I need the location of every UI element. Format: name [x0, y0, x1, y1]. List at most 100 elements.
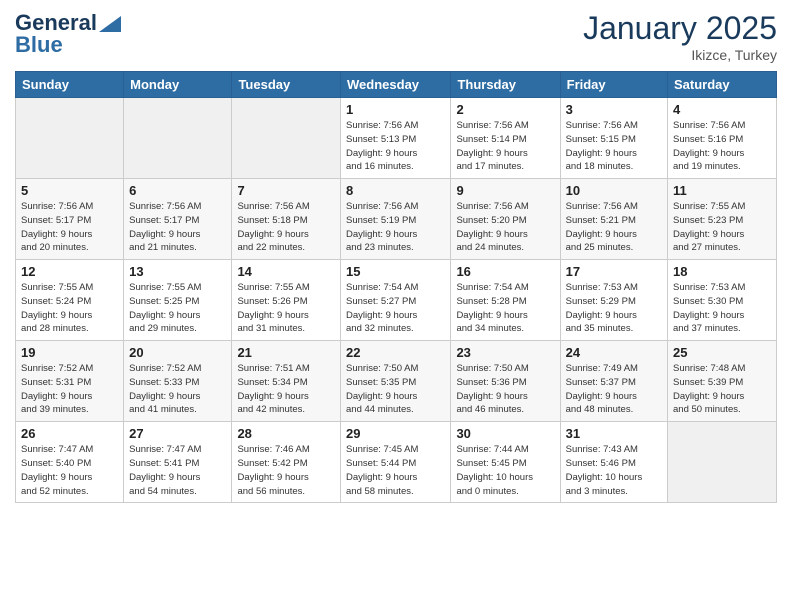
weekday-header-tuesday: Tuesday [232, 72, 341, 98]
title-area: January 2025 Ikizce, Turkey [583, 10, 777, 63]
day-info: Sunrise: 7:55 AMSunset: 5:23 PMDaylight:… [673, 200, 771, 255]
day-info: Sunrise: 7:56 AMSunset: 5:21 PMDaylight:… [566, 200, 662, 255]
day-number: 17 [566, 264, 662, 279]
day-info: Sunrise: 7:52 AMSunset: 5:33 PMDaylight:… [129, 362, 226, 417]
day-number: 10 [566, 183, 662, 198]
day-number: 30 [456, 426, 554, 441]
weekday-header-wednesday: Wednesday [341, 72, 451, 98]
calendar-cell: 19Sunrise: 7:52 AMSunset: 5:31 PMDayligh… [16, 341, 124, 422]
day-info: Sunrise: 7:45 AMSunset: 5:44 PMDaylight:… [346, 443, 445, 498]
day-number: 1 [346, 102, 445, 117]
calendar-cell [668, 422, 777, 503]
header: General Blue January 2025 Ikizce, Turkey [15, 10, 777, 63]
calendar-cell [124, 98, 232, 179]
day-info: Sunrise: 7:53 AMSunset: 5:30 PMDaylight:… [673, 281, 771, 336]
calendar-cell: 28 Sunrise: 7:46 AMSunset: 5:42 PMDayligh… [232, 422, 341, 503]
day-info: Sunrise: 7:50 AMSunset: 5:36 PMDaylight:… [456, 362, 554, 417]
day-number: 11 [673, 183, 771, 198]
day-number: 6 [129, 183, 226, 198]
calendar-week-row: 12 Sunrise: 7:55 AMSunset: 5:24 PMDayligh… [16, 260, 777, 341]
day-number: 13 [129, 264, 226, 279]
calendar-cell: 18 Sunrise: 7:53 AMSunset: 5:30 PMDayligh… [668, 260, 777, 341]
month-title: January 2025 [583, 10, 777, 47]
calendar-cell: 23 Sunrise: 7:50 AMSunset: 5:36 PMDayligh… [451, 341, 560, 422]
calendar-cell: 13Sunrise: 7:55 AMSunset: 5:25 PMDayligh… [124, 260, 232, 341]
day-info: Sunrise: 7:54 AMSunset: 5:27 PMDaylight:… [346, 281, 445, 336]
calendar-cell: 1 Sunrise: 7:56 AMSunset: 5:13 PMDaylight… [341, 98, 451, 179]
calendar-cell: 2Sunrise: 7:56 AMSunset: 5:14 PMDaylight… [451, 98, 560, 179]
day-number: 9 [456, 183, 554, 198]
calendar-cell: 3 Sunrise: 7:56 AMSunset: 5:15 PMDaylight… [560, 98, 667, 179]
day-info: Sunrise: 7:56 AMSunset: 5:19 PMDaylight:… [346, 200, 445, 255]
weekday-header-monday: Monday [124, 72, 232, 98]
calendar-cell: 21Sunrise: 7:51 AMSunset: 5:34 PMDayligh… [232, 341, 341, 422]
weekday-header-saturday: Saturday [668, 72, 777, 98]
day-info: Sunrise: 7:52 AMSunset: 5:31 PMDaylight:… [21, 362, 118, 417]
day-info: Sunrise: 7:56 AMSunset: 5:15 PMDaylight:… [566, 119, 662, 174]
calendar-week-row: 5 Sunrise: 7:56 AMSunset: 5:17 PMDaylight… [16, 179, 777, 260]
calendar-week-row: 1 Sunrise: 7:56 AMSunset: 5:13 PMDaylight… [16, 98, 777, 179]
day-info: Sunrise: 7:50 AMSunset: 5:35 PMDaylight:… [346, 362, 445, 417]
day-number: 23 [456, 345, 554, 360]
calendar-cell: 24 Sunrise: 7:49 AMSunset: 5:37 PMDayligh… [560, 341, 667, 422]
calendar-cell: 30 Sunrise: 7:44 AMSunset: 5:45 PMDayligh… [451, 422, 560, 503]
day-info: Sunrise: 7:46 AMSunset: 5:42 PMDaylight:… [237, 443, 335, 498]
day-info: Sunrise: 7:56 AMSunset: 5:17 PMDaylight:… [21, 200, 118, 255]
calendar-cell: 11 Sunrise: 7:55 AMSunset: 5:23 PMDayligh… [668, 179, 777, 260]
day-info: Sunrise: 7:56 AMSunset: 5:17 PMDaylight:… [129, 200, 226, 255]
day-info: Sunrise: 7:53 AMSunset: 5:29 PMDaylight:… [566, 281, 662, 336]
calendar-cell: 25Sunrise: 7:48 AMSunset: 5:39 PMDayligh… [668, 341, 777, 422]
day-info: Sunrise: 7:51 AMSunset: 5:34 PMDaylight:… [237, 362, 335, 417]
day-info: Sunrise: 7:44 AMSunset: 5:45 PMDaylight:… [456, 443, 554, 498]
calendar-cell: 5 Sunrise: 7:56 AMSunset: 5:17 PMDaylight… [16, 179, 124, 260]
day-number: 12 [21, 264, 118, 279]
weekday-header-friday: Friday [560, 72, 667, 98]
calendar-cell: 29Sunrise: 7:45 AMSunset: 5:44 PMDayligh… [341, 422, 451, 503]
calendar-header-row: SundayMondayTuesdayWednesdayThursdayFrid… [16, 72, 777, 98]
day-number: 3 [566, 102, 662, 117]
calendar-cell: 10 Sunrise: 7:56 AMSunset: 5:21 PMDayligh… [560, 179, 667, 260]
day-number: 28 [237, 426, 335, 441]
calendar-week-row: 19Sunrise: 7:52 AMSunset: 5:31 PMDayligh… [16, 341, 777, 422]
day-info: Sunrise: 7:56 AMSunset: 5:16 PMDaylight:… [673, 119, 771, 174]
logo: General Blue [15, 10, 121, 58]
day-number: 16 [456, 264, 554, 279]
calendar-cell: 14Sunrise: 7:55 AMSunset: 5:26 PMDayligh… [232, 260, 341, 341]
day-info: Sunrise: 7:56 AMSunset: 5:18 PMDaylight:… [237, 200, 335, 255]
calendar-cell: 4 Sunrise: 7:56 AMSunset: 5:16 PMDaylight… [668, 98, 777, 179]
day-number: 15 [346, 264, 445, 279]
calendar-cell: 17 Sunrise: 7:53 AMSunset: 5:29 PMDayligh… [560, 260, 667, 341]
calendar-cell: 16Sunrise: 7:54 AMSunset: 5:28 PMDayligh… [451, 260, 560, 341]
calendar-cell: 6 Sunrise: 7:56 AMSunset: 5:17 PMDaylight… [124, 179, 232, 260]
logo-blue: Blue [15, 32, 63, 58]
day-number: 2 [456, 102, 554, 117]
day-number: 8 [346, 183, 445, 198]
calendar-cell: 9 Sunrise: 7:56 AMSunset: 5:20 PMDaylight… [451, 179, 560, 260]
calendar-cell: 31 Sunrise: 7:43 AMSunset: 5:46 PMDayligh… [560, 422, 667, 503]
day-number: 31 [566, 426, 662, 441]
day-number: 20 [129, 345, 226, 360]
calendar-cell: 22Sunrise: 7:50 AMSunset: 5:35 PMDayligh… [341, 341, 451, 422]
day-number: 26 [21, 426, 118, 441]
calendar-cell [16, 98, 124, 179]
weekday-header-thursday: Thursday [451, 72, 560, 98]
calendar-cell: 20 Sunrise: 7:52 AMSunset: 5:33 PMDayligh… [124, 341, 232, 422]
calendar-cell: 8 Sunrise: 7:56 AMSunset: 5:19 PMDaylight… [341, 179, 451, 260]
day-number: 18 [673, 264, 771, 279]
day-number: 24 [566, 345, 662, 360]
day-info: Sunrise: 7:55 AMSunset: 5:24 PMDaylight:… [21, 281, 118, 336]
day-info: Sunrise: 7:43 AMSunset: 5:46 PMDaylight:… [566, 443, 662, 498]
calendar-cell: 27Sunrise: 7:47 AMSunset: 5:41 PMDayligh… [124, 422, 232, 503]
logo-icon [99, 16, 121, 32]
day-info: Sunrise: 7:49 AMSunset: 5:37 PMDaylight:… [566, 362, 662, 417]
day-info: Sunrise: 7:56 AMSunset: 5:13 PMDaylight:… [346, 119, 445, 174]
day-number: 5 [21, 183, 118, 198]
day-number: 4 [673, 102, 771, 117]
weekday-header-sunday: Sunday [16, 72, 124, 98]
day-number: 7 [237, 183, 335, 198]
day-info: Sunrise: 7:47 AMSunset: 5:41 PMDaylight:… [129, 443, 226, 498]
calendar-cell: 15 Sunrise: 7:54 AMSunset: 5:27 PMDayligh… [341, 260, 451, 341]
day-info: Sunrise: 7:56 AMSunset: 5:20 PMDaylight:… [456, 200, 554, 255]
day-info: Sunrise: 7:47 AMSunset: 5:40 PMDaylight:… [21, 443, 118, 498]
day-info: Sunrise: 7:48 AMSunset: 5:39 PMDaylight:… [673, 362, 771, 417]
